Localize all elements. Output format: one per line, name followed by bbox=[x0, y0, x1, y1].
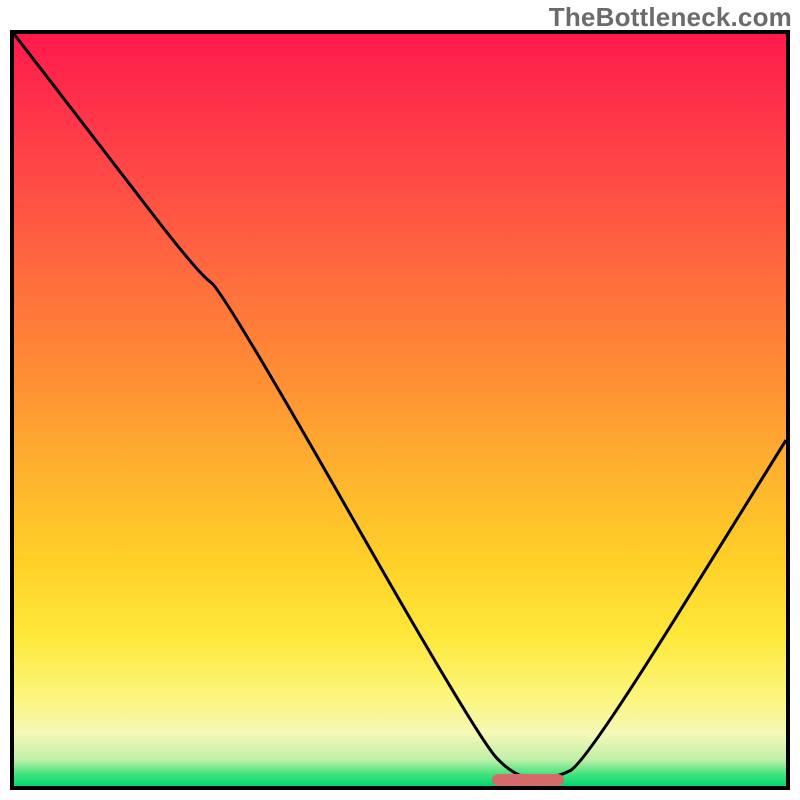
chart-frame: TheBottleneck.com bbox=[0, 0, 800, 800]
watermark-text: TheBottleneck.com bbox=[549, 2, 792, 33]
bottleneck-curve bbox=[14, 34, 786, 786]
plot-border bbox=[10, 30, 790, 790]
curve-path bbox=[14, 34, 786, 779]
optimal-zone-marker bbox=[492, 774, 565, 786]
plot-area bbox=[14, 34, 786, 786]
